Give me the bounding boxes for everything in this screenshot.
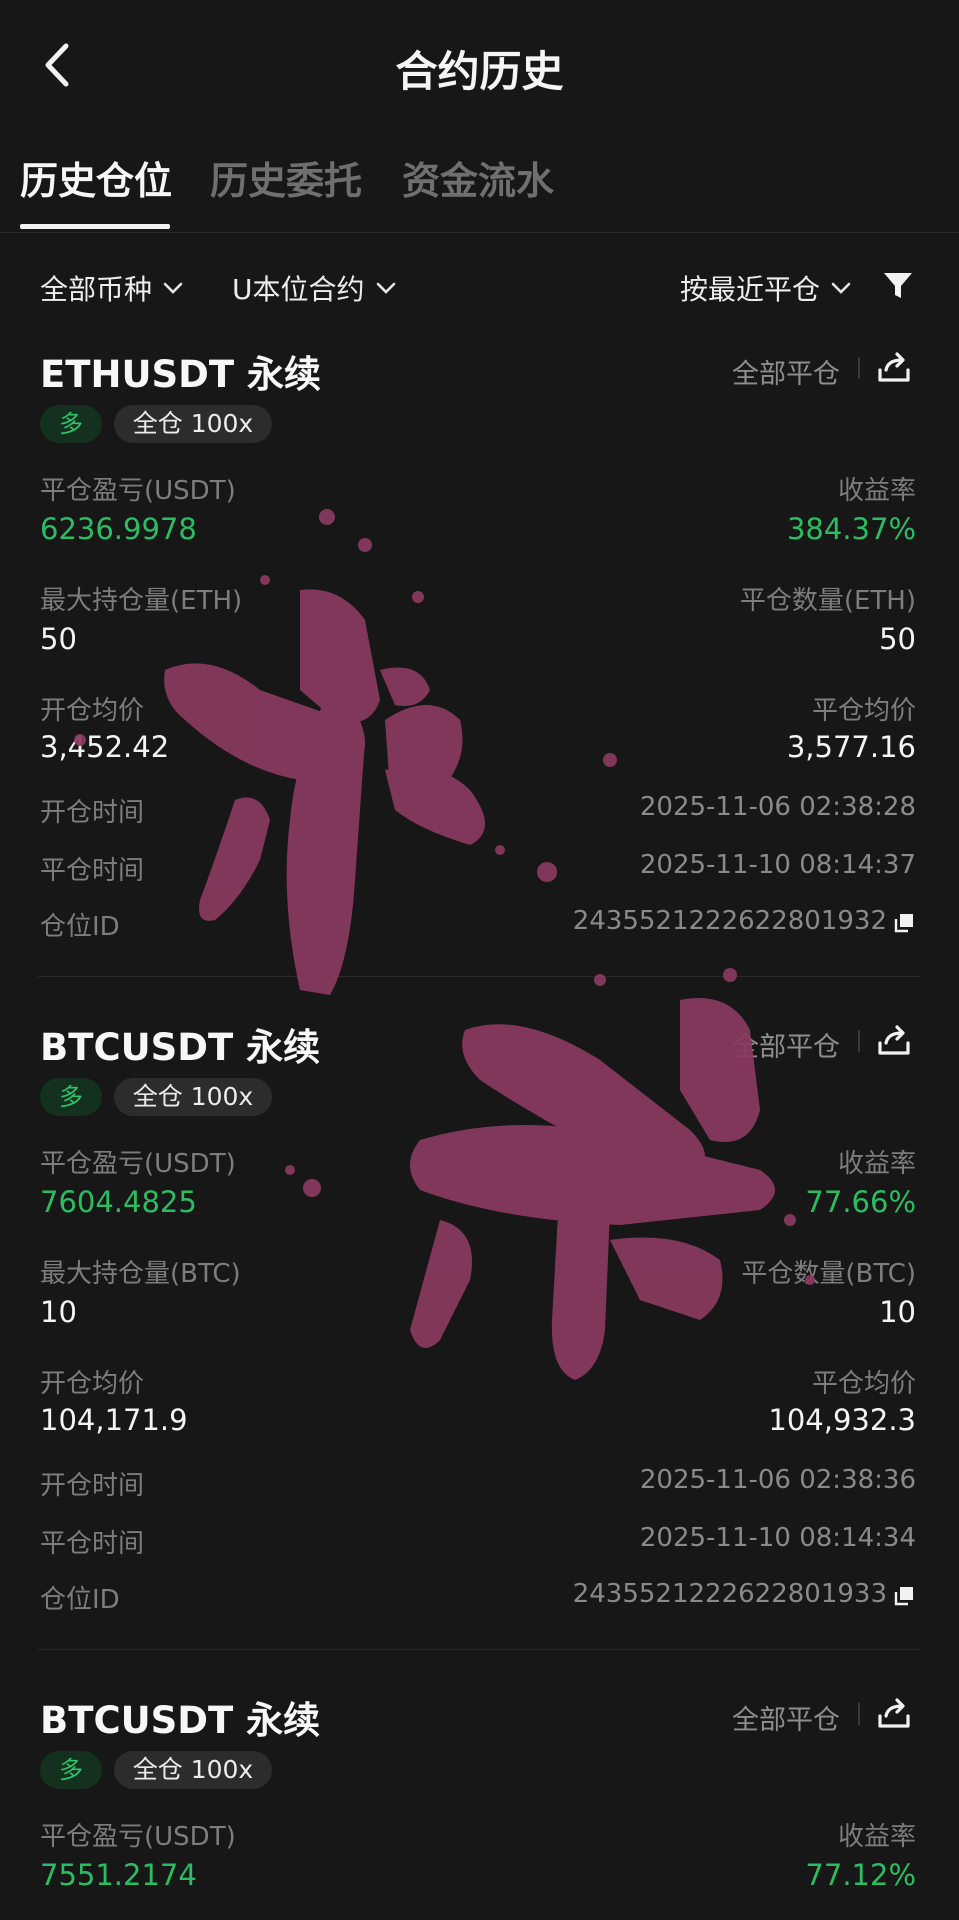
tab-history-positions[interactable]: 历史仓位 <box>20 150 172 205</box>
close-time-value: 2025-11-10 08:14:37 <box>639 850 916 880</box>
open-avg-label: 开仓均价 <box>40 696 145 726</box>
sort-dropdown[interactable]: 按最近平仓 <box>680 268 852 308</box>
close-qty-value: 10 <box>879 1295 916 1329</box>
direction-badge: 多 <box>40 405 102 443</box>
close-avg-label: 平仓均价 <box>811 1369 916 1399</box>
close-qty-label: 平仓数量(BTC) <box>741 1259 916 1289</box>
coin-filter-dropdown[interactable]: 全部币种 <box>40 268 184 308</box>
direction-badge: 多 <box>40 1078 102 1116</box>
coin-filter-label: 全部币种 <box>40 273 153 306</box>
card-divider <box>38 976 920 977</box>
card-divider <box>38 1649 920 1650</box>
open-avg-value: 104,171.9 <box>40 1403 188 1437</box>
open-time-label: 开仓时间 <box>40 1471 145 1501</box>
position-id-value: 2435521222622801932 <box>572 906 887 936</box>
divider <box>858 357 860 379</box>
share-icon[interactable] <box>874 1694 914 1734</box>
share-icon[interactable] <box>874 348 914 388</box>
close-time-value: 2025-11-10 08:14:34 <box>639 1523 916 1553</box>
copy-icon[interactable] <box>893 1585 915 1607</box>
open-time-value: 2025-11-06 02:38:28 <box>639 792 916 822</box>
symbol-name: BTCUSDT 永续 <box>40 1699 321 1742</box>
roi-value: 384.37% <box>786 512 916 546</box>
pnl-label: 平仓盈亏(USDT) <box>40 1149 236 1179</box>
tab-history-orders[interactable]: 历史委托 <box>210 150 362 205</box>
share-icon[interactable] <box>874 1021 914 1061</box>
chevron-down-icon <box>376 282 395 294</box>
pnl-value: 7604.4825 <box>40 1185 197 1219</box>
position-id-label: 仓位ID <box>40 1585 120 1615</box>
chevron-down-icon <box>163 282 183 294</box>
max-hold-label: 最大持仓量(BTC) <box>40 1259 241 1289</box>
tab-bar: 历史仓位 历史委托 资金流水 <box>0 140 959 233</box>
margin-mode-badge: 全仓 100x <box>114 1751 272 1789</box>
sort-label: 按最近平仓 <box>680 273 821 306</box>
symbol-name: ETHUSDT 永续 <box>40 353 322 396</box>
pnl-label: 平仓盈亏(USDT) <box>40 476 236 506</box>
close-time-label: 平仓时间 <box>40 856 145 886</box>
max-hold-value: 50 <box>40 622 77 656</box>
page-title: 合约历史 <box>395 47 564 96</box>
roi-label: 收益率 <box>837 1822 916 1852</box>
close-all-button[interactable]: 全部平仓 <box>732 1025 840 1064</box>
close-all-button[interactable]: 全部平仓 <box>732 1698 840 1737</box>
close-all-button[interactable]: 全部平仓 <box>732 352 840 391</box>
roi-value: 77.12% <box>805 1858 916 1892</box>
max-hold-label: 最大持仓量(ETH) <box>40 586 243 616</box>
symbol-name: BTCUSDT 永续 <box>40 1026 321 1069</box>
direction-badge: 多 <box>40 1751 102 1789</box>
close-avg-value: 3,577.16 <box>786 730 916 764</box>
open-avg-value: 3,452.42 <box>40 730 170 764</box>
filter-bar: 全部币种 U本位合约 按最近平仓 <box>0 262 959 312</box>
roi-label: 收益率 <box>837 476 916 506</box>
chevron-down-icon <box>831 282 851 294</box>
close-avg-value: 104,932.3 <box>768 1403 916 1437</box>
position-id-label: 仓位ID <box>40 912 120 942</box>
roi-label: 收益率 <box>837 1149 916 1179</box>
close-qty-value: 50 <box>879 622 916 656</box>
max-hold-value: 10 <box>40 1295 77 1329</box>
contract-filter-label: U本位合约 <box>232 273 365 306</box>
divider <box>858 1703 860 1725</box>
header: 合约历史 <box>0 0 959 130</box>
open-time-value: 2025-11-06 02:38:36 <box>639 1465 916 1495</box>
close-time-label: 平仓时间 <box>40 1529 145 1559</box>
close-qty-label: 平仓数量(ETH) <box>739 586 916 616</box>
copy-icon[interactable] <box>893 912 915 934</box>
pnl-value: 7551.2174 <box>40 1858 197 1892</box>
active-tab-indicator <box>20 224 170 229</box>
margin-mode-badge: 全仓 100x <box>114 405 272 443</box>
contract-filter-dropdown[interactable]: U本位合约 <box>232 268 397 308</box>
margin-mode-badge: 全仓 100x <box>114 1078 272 1116</box>
open-time-label: 开仓时间 <box>40 798 145 828</box>
filter-funnel-icon[interactable] <box>882 270 914 302</box>
position-id-value: 2435521222622801933 <box>572 1579 887 1609</box>
close-avg-label: 平仓均价 <box>811 696 916 726</box>
open-avg-label: 开仓均价 <box>40 1369 145 1399</box>
divider <box>858 1030 860 1052</box>
roi-value: 77.66% <box>805 1185 916 1219</box>
pnl-label: 平仓盈亏(USDT) <box>40 1822 236 1852</box>
pnl-value: 6236.9978 <box>40 512 197 546</box>
tab-fund-flow[interactable]: 资金流水 <box>402 150 554 205</box>
